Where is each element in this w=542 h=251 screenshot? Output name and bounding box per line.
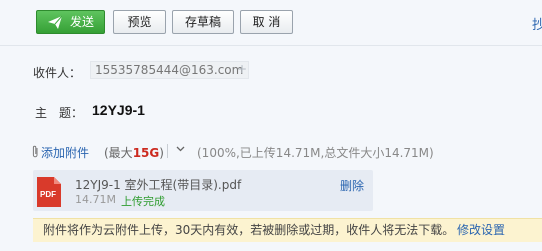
- attachment-filename: 12YJ9-1 室外工程(带目录).pdf: [75, 178, 242, 192]
- modify-settings-link[interactable]: 修改设置: [457, 219, 505, 241]
- attachment-separator: [167, 144, 168, 158]
- recipient-label: 收件人：: [33, 66, 82, 80]
- upload-progress-text: (100%,已上传14.71M,总文件大小14.71M): [197, 146, 434, 160]
- compose-toolbar: 发送 预览 存草稿 取 消 抄: [0, 0, 542, 46]
- add-recipient-button[interactable]: +: [237, 62, 247, 76]
- subject-input[interactable]: 12YJ9-1: [92, 102, 145, 118]
- notice-text: 附件将作为云附件上传，30天内有效，若被删除或过期，收件人将无法下载。: [43, 223, 455, 237]
- cc-link[interactable]: 抄: [532, 14, 542, 33]
- send-button[interactable]: 发送: [36, 10, 105, 34]
- upload-status: 上传完成: [121, 195, 165, 208]
- delete-attachment-link[interactable]: 删除: [340, 177, 364, 194]
- attachment-filesize: 14.71M: [75, 193, 116, 206]
- chevron-down-icon[interactable]: [176, 146, 185, 152]
- send-button-label: 发送: [70, 15, 95, 29]
- svg-text:PDF: PDF: [40, 190, 56, 199]
- toolbar-divider: [0, 45, 542, 46]
- pdf-file-icon: PDF: [37, 177, 61, 207]
- save-draft-button[interactable]: 存草稿: [172, 10, 234, 34]
- paperclip-icon: [32, 145, 38, 158]
- subject-label: 主 题：: [35, 106, 84, 120]
- cancel-button[interactable]: 取 消: [240, 10, 293, 34]
- add-attachment-link[interactable]: 添加附件: [41, 144, 89, 161]
- paper-plane-icon: [48, 16, 62, 29]
- recipient-chip[interactable]: 15535785444@163.com: [95, 63, 243, 77]
- attachment-item: PDF 12YJ9-1 室外工程(带目录).pdf 14.71M 上传完成 删除: [33, 170, 373, 211]
- preview-button[interactable]: 预览: [113, 10, 166, 34]
- cloud-attachment-notice: 附件将作为云附件上传，30天内有效，若被删除或过期，收件人将无法下载。 修改设置: [33, 218, 542, 242]
- recipient-field[interactable]: 15535785444@163.com +: [90, 61, 249, 79]
- max-size-value: 15G: [132, 146, 160, 160]
- max-size-label: (最大15G): [104, 146, 164, 160]
